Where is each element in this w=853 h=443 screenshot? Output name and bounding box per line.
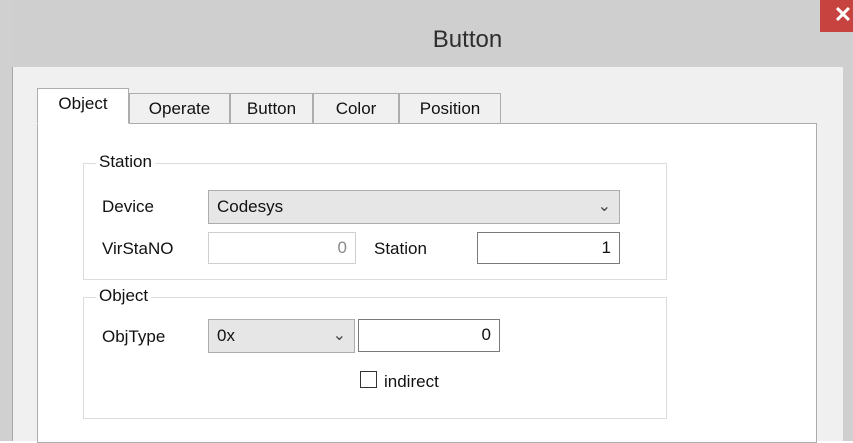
dialog-client-area: Object Operate Button Color Position Sta… — [12, 67, 843, 443]
chevron-down-icon: ⌄ — [332, 327, 346, 344]
virstano-field[interactable]: 0 — [208, 232, 356, 264]
indirect-checkbox[interactable] — [360, 371, 377, 388]
tab-color[interactable]: Color — [313, 93, 399, 123]
device-label: Device — [102, 197, 154, 216]
tab-object[interactable]: Object — [37, 88, 129, 124]
object-group: Object ObjType 0x ⌄ 0 indirect — [83, 286, 667, 419]
object-address-field[interactable]: 0 — [358, 319, 500, 352]
station-label: Station — [374, 239, 427, 258]
indirect-label: indirect — [384, 372, 439, 391]
station-group: Station Device Codesys ⌄ VirStaNO 0 Stat… — [83, 152, 667, 280]
device-select[interactable]: Codesys ⌄ — [208, 190, 620, 224]
dialog-window: Button ✕ Object Operate Button Color Pos… — [0, 0, 853, 443]
objtype-label: ObjType — [102, 327, 166, 346]
tab-page-object: Station Device Codesys ⌄ VirStaNO 0 Stat… — [37, 123, 817, 443]
objtype-select-value: 0x — [217, 326, 235, 345]
close-button[interactable]: ✕ — [820, 0, 853, 32]
objtype-select[interactable]: 0x ⌄ — [208, 319, 355, 353]
device-select-value: Codesys — [217, 197, 284, 216]
title-bar: Button — [12, 0, 853, 67]
tab-button[interactable]: Button — [230, 93, 313, 123]
close-icon: ✕ — [833, 2, 853, 27]
station-group-title: Station — [96, 152, 155, 172]
tab-position[interactable]: Position — [399, 93, 501, 123]
window-title: Button — [432, 26, 503, 53]
chevron-down-icon: ⌄ — [597, 198, 611, 215]
station-field[interactable]: 1 — [477, 232, 620, 264]
object-group-title: Object — [96, 286, 152, 306]
tab-operate[interactable]: Operate — [129, 93, 230, 123]
virstano-label: VirStaNO — [102, 239, 174, 258]
